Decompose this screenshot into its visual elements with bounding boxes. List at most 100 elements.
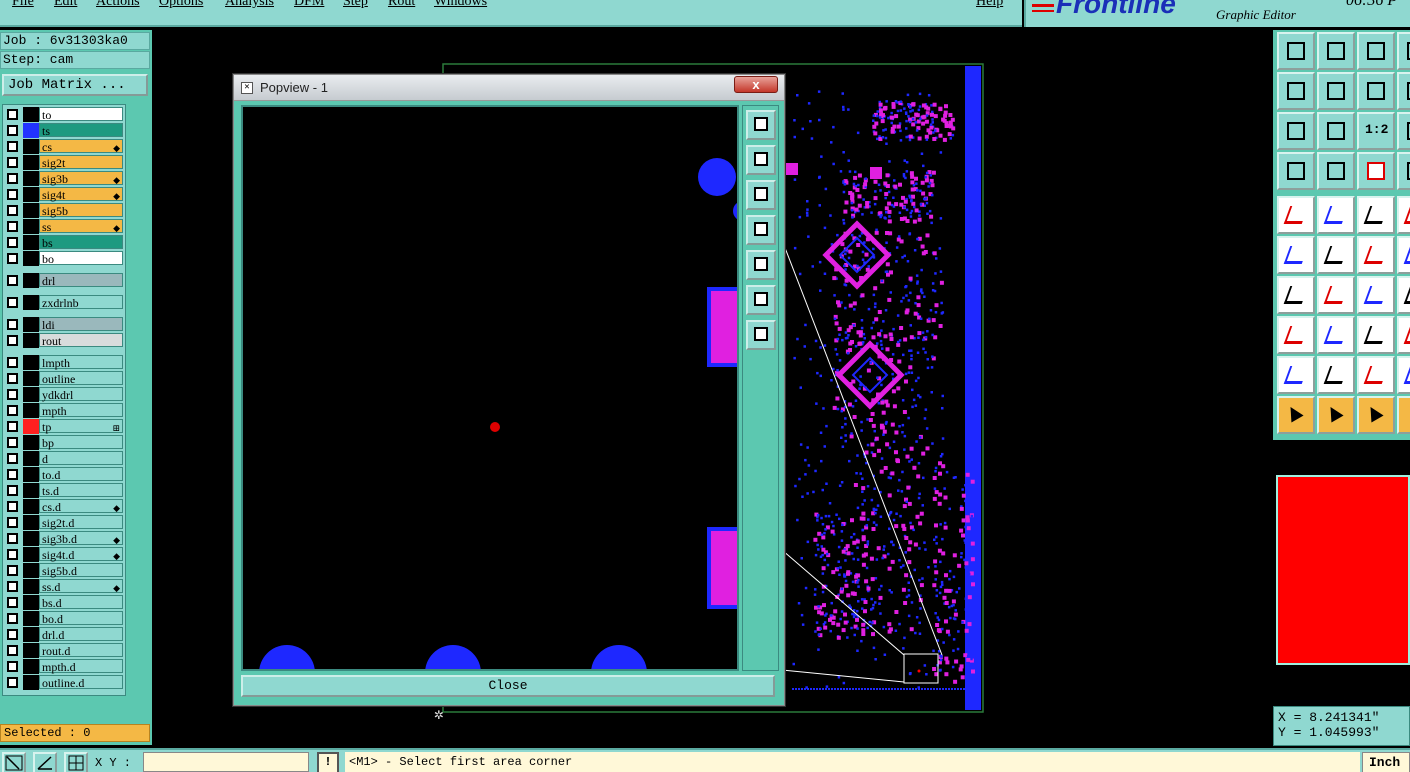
layer-color-swatch[interactable] bbox=[23, 659, 39, 674]
layer-checkbox[interactable] bbox=[7, 581, 18, 592]
layer-color-swatch[interactable] bbox=[23, 123, 39, 138]
warning-button[interactable]: ! bbox=[317, 752, 339, 772]
layer-name[interactable]: ss ◆ bbox=[39, 219, 123, 234]
layer-checkbox[interactable] bbox=[7, 453, 18, 464]
layer-checkbox[interactable] bbox=[7, 297, 18, 308]
layer-color-swatch[interactable] bbox=[23, 107, 39, 122]
layer-row[interactable]: ss.d ◆ bbox=[3, 579, 125, 594]
layer-checkbox[interactable] bbox=[7, 565, 18, 576]
snap-mode-button[interactable] bbox=[2, 752, 26, 772]
layer-color-swatch[interactable] bbox=[23, 675, 39, 690]
layer-checkbox[interactable] bbox=[7, 389, 18, 400]
layer-row[interactable]: sig4t.d ◆ bbox=[3, 547, 125, 562]
tool-button[interactable] bbox=[1357, 316, 1395, 354]
menu-help[interactable]: Help bbox=[976, 0, 1003, 10]
tool-button[interactable] bbox=[1277, 152, 1315, 190]
layer-name[interactable]: sig4t.d ◆ bbox=[39, 547, 123, 562]
tool-button[interactable] bbox=[1317, 236, 1355, 274]
menu-dfm[interactable]: DFM bbox=[294, 0, 324, 10]
layer-color-swatch[interactable] bbox=[23, 483, 39, 498]
layer-row[interactable]: ss ◆ bbox=[3, 219, 125, 234]
layer-row[interactable]: to bbox=[3, 107, 125, 122]
layer-name[interactable]: bo.d bbox=[39, 611, 123, 626]
layer-color-swatch[interactable] bbox=[23, 643, 39, 658]
layer-checkbox[interactable] bbox=[7, 189, 18, 200]
layer-color-swatch[interactable] bbox=[23, 187, 39, 202]
layer-row[interactable]: mpth bbox=[3, 403, 125, 418]
layer-name[interactable]: rout bbox=[39, 333, 123, 348]
layer-row[interactable]: zxdrlnb bbox=[3, 295, 125, 310]
layer-name[interactable]: ldi bbox=[39, 317, 123, 332]
layer-checkbox[interactable] bbox=[7, 275, 18, 286]
layer-color-swatch[interactable] bbox=[23, 235, 39, 250]
tool-button[interactable] bbox=[1357, 72, 1395, 110]
layer-row[interactable]: bo bbox=[3, 251, 125, 266]
layer-color-swatch[interactable] bbox=[23, 219, 39, 234]
menu-rout[interactable]: Rout bbox=[388, 0, 415, 10]
tool-button[interactable] bbox=[1397, 236, 1410, 274]
layer-row[interactable]: rout bbox=[3, 333, 125, 348]
layer-name[interactable]: sig3b.d ◆ bbox=[39, 531, 123, 546]
tool-button[interactable] bbox=[1357, 32, 1395, 70]
layer-name[interactable]: sig2t bbox=[39, 155, 123, 170]
layer-row[interactable]: bs bbox=[3, 235, 125, 250]
layer-color-swatch[interactable] bbox=[23, 139, 39, 154]
layer-checkbox[interactable] bbox=[7, 205, 18, 216]
pan-up-button[interactable] bbox=[746, 145, 776, 175]
layer-row[interactable]: sig5b bbox=[3, 203, 125, 218]
angle-mode-button[interactable] bbox=[33, 752, 57, 772]
tool-button[interactable] bbox=[1397, 112, 1410, 150]
layer-row[interactable]: bs.d bbox=[3, 595, 125, 610]
tool-button[interactable] bbox=[1397, 72, 1410, 110]
layer-color-swatch[interactable] bbox=[23, 547, 39, 562]
tool-button[interactable] bbox=[1357, 276, 1395, 314]
layer-checkbox[interactable] bbox=[7, 629, 18, 640]
tool-button[interactable] bbox=[1317, 276, 1355, 314]
tool-button[interactable] bbox=[1277, 356, 1315, 394]
layer-color-swatch[interactable] bbox=[23, 387, 39, 402]
tool-button[interactable] bbox=[1277, 276, 1315, 314]
tool-button[interactable] bbox=[1397, 32, 1410, 70]
layer-checkbox[interactable] bbox=[7, 125, 18, 136]
layer-row[interactable]: cs ◆ bbox=[3, 139, 125, 154]
layer-checkbox[interactable] bbox=[7, 597, 18, 608]
xy-input[interactable] bbox=[143, 752, 309, 772]
layer-name[interactable]: rout.d bbox=[39, 643, 123, 658]
layer-checkbox[interactable] bbox=[7, 533, 18, 544]
layer-row[interactable]: bp bbox=[3, 435, 125, 450]
layer-color-swatch[interactable] bbox=[23, 155, 39, 170]
menu-options[interactable]: Options bbox=[159, 0, 203, 10]
tool-button[interactable] bbox=[1277, 32, 1315, 70]
grid-snap-button[interactable] bbox=[64, 752, 88, 772]
layer-color-swatch[interactable] bbox=[23, 251, 39, 266]
layer-row[interactable]: tp ⊞ bbox=[3, 419, 125, 434]
layer-row[interactable]: mpth.d bbox=[3, 659, 125, 674]
zoom-out-button[interactable] bbox=[746, 285, 776, 315]
tool-button[interactable]: 1:2 bbox=[1357, 112, 1395, 150]
zoom-fit-button[interactable] bbox=[746, 110, 776, 140]
layer-color-swatch[interactable] bbox=[23, 435, 39, 450]
layer-row[interactable]: sig2t.d bbox=[3, 515, 125, 530]
layer-color-swatch[interactable] bbox=[23, 627, 39, 642]
tool-button[interactable] bbox=[1357, 152, 1395, 190]
layer-name[interactable]: lmpth bbox=[39, 355, 123, 370]
layer-checkbox[interactable] bbox=[7, 469, 18, 480]
layer-name[interactable]: d bbox=[39, 451, 123, 466]
layer-name[interactable]: bo bbox=[39, 251, 123, 266]
layer-color-swatch[interactable] bbox=[23, 579, 39, 594]
layer-checkbox[interactable] bbox=[7, 613, 18, 624]
layer-name[interactable]: ydkdrl bbox=[39, 387, 123, 402]
layer-checkbox[interactable] bbox=[7, 517, 18, 528]
tool-button[interactable] bbox=[1397, 152, 1410, 190]
layer-name[interactable]: tp ⊞ bbox=[39, 419, 123, 434]
tool-button[interactable] bbox=[1317, 32, 1355, 70]
layer-color-swatch[interactable] bbox=[23, 611, 39, 626]
layer-row[interactable]: ts bbox=[3, 123, 125, 138]
layer-checkbox[interactable] bbox=[7, 335, 18, 346]
layer-color-swatch[interactable] bbox=[23, 499, 39, 514]
layer-checkbox[interactable] bbox=[7, 109, 18, 120]
layer-row[interactable]: outline bbox=[3, 371, 125, 386]
layer-name[interactable]: sig3b ◆ bbox=[39, 171, 123, 186]
layer-name[interactable]: bs.d bbox=[39, 595, 123, 610]
menu-file[interactable]: File bbox=[12, 0, 34, 10]
